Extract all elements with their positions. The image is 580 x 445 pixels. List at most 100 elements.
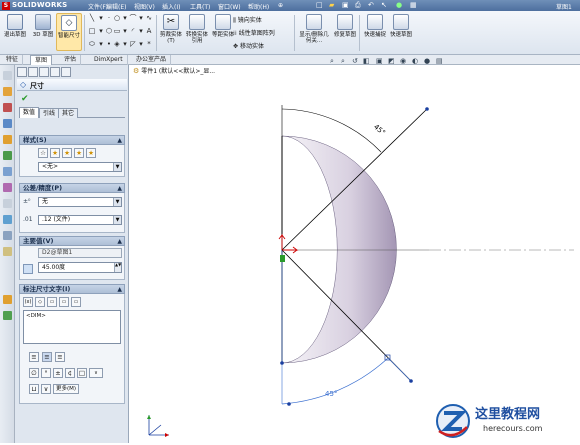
line-icon[interactable]: ╲	[88, 14, 96, 22]
ok-check-icon[interactable]: ✔	[21, 94, 29, 104]
tab-features[interactable]: 特征	[2, 55, 24, 65]
style-select[interactable]: <无> ▼	[38, 162, 122, 172]
slot-icon[interactable]: ▭	[113, 27, 121, 35]
precision-select[interactable]: .12 (文件) ▼	[38, 215, 122, 225]
fillet-icon[interactable]: ◜	[129, 27, 137, 35]
print-icon[interactable]: ⎙	[355, 1, 361, 10]
dimension-text-bottom[interactable]: 45°	[325, 390, 337, 398]
dimension-value-field[interactable]: 45.00度 ▲▼	[38, 262, 122, 273]
display-style-icon[interactable]: ◩	[388, 57, 395, 65]
plus-minus-icon[interactable]: ±	[53, 368, 63, 378]
arc-icon[interactable]: ⌒	[129, 14, 137, 22]
feature-tree-flyout[interactable]: ⚙ 零件1 (默认<<默认>_显...	[133, 66, 215, 75]
tab-other[interactable]: 其它	[58, 108, 79, 118]
endpoint[interactable]	[425, 107, 429, 111]
edit-appearance-icon[interactable]: ◐	[412, 57, 418, 65]
dropdown-icon[interactable]: ▾	[97, 14, 105, 22]
tab-evaluate[interactable]: 评估	[60, 55, 82, 65]
linear-pattern-button[interactable]: ⁞⁞ 线性草图阵列	[233, 28, 275, 37]
view-palette-icon[interactable]	[3, 215, 12, 224]
folder-icon[interactable]	[3, 135, 12, 144]
centerline-symbol-icon[interactable]: ¢	[65, 368, 75, 378]
3d-sketch-button[interactable]: 3D 草图	[30, 13, 56, 51]
favorite-icon[interactable]: ☆	[38, 148, 48, 158]
sketch-tool-icon[interactable]	[3, 119, 12, 128]
relation-icon[interactable]	[3, 151, 12, 160]
feature-manager-icon[interactable]	[3, 71, 12, 80]
rectangle-icon[interactable]: □	[88, 27, 96, 35]
plane-icon[interactable]: ◈	[113, 40, 121, 48]
appearance-icon[interactable]	[3, 183, 12, 192]
dim-text-section-header[interactable]: 标注尺寸文字(I) ▲	[19, 284, 125, 294]
polygon-icon[interactable]: ⬡	[105, 27, 113, 35]
delete-style-icon[interactable]: ★	[74, 148, 84, 158]
feature-tree-tab-icon[interactable]	[17, 67, 27, 77]
star-icon[interactable]: *	[145, 40, 153, 48]
rebuild-icon[interactable]: ●	[396, 1, 402, 9]
undo-icon[interactable]: ↶	[368, 1, 374, 9]
tab-value[interactable]: 数值	[19, 107, 40, 118]
dropdown-icon[interactable]: ▾	[97, 27, 105, 35]
update-style-icon[interactable]: ★	[62, 148, 72, 158]
circle-icon[interactable]: ○	[113, 14, 121, 22]
style-section-header[interactable]: 样式(S) ▲	[19, 135, 125, 145]
previous-view-icon[interactable]: ↺	[352, 57, 358, 65]
dropdown-icon[interactable]: ▾	[121, 14, 129, 22]
smart-dimension-button[interactable]: ◇ 智能尺寸	[56, 13, 82, 51]
degree-icon[interactable]: °	[41, 368, 51, 378]
offset-text-icon[interactable]: ▭	[47, 297, 57, 307]
configuration-tab-icon[interactable]	[39, 67, 49, 77]
new-doc-icon[interactable]: □	[316, 1, 323, 9]
more-button[interactable]: 更多(M)	[53, 384, 79, 394]
view-orientation-icon[interactable]: ▣	[376, 57, 383, 65]
quick-snaps-button[interactable]: 快速捕捉	[362, 13, 388, 51]
square-icon[interactable]: □	[77, 368, 87, 378]
align-center-icon[interactable]: ≡	[42, 352, 52, 362]
dropdown-icon[interactable]: ▾	[121, 40, 129, 48]
dropdown-icon[interactable]: ▾	[137, 40, 145, 48]
menu-window[interactable]: 窗口(W)	[218, 2, 241, 11]
text-icon[interactable]: A	[145, 27, 153, 35]
tolerance-section-header[interactable]: 公差/精度(P) ▲	[19, 183, 125, 193]
dimension-name-field[interactable]: D2@草图1	[38, 248, 122, 258]
save-icon[interactable]: ▣	[342, 1, 349, 9]
dropdown-icon[interactable]: ▾	[121, 27, 129, 35]
countersink-icon[interactable]: ∨	[41, 384, 51, 394]
tolerance-type-select[interactable]: 无 ▼	[38, 197, 122, 207]
align-right-icon[interactable]: ≡	[55, 352, 65, 362]
tab-office-products[interactable]: 办公室产品	[132, 55, 172, 65]
check-tool-icon[interactable]	[3, 311, 12, 320]
menu-edit[interactable]: 编辑(E)	[106, 2, 126, 11]
dropdown-icon[interactable]: ▾	[97, 40, 105, 48]
dim-text-box[interactable]: <DIM>	[23, 310, 121, 344]
dropdown-icon[interactable]: ▾	[137, 14, 145, 22]
counterbore-icon[interactable]: ⊔	[29, 384, 39, 394]
property-tab-icon[interactable]	[28, 67, 38, 77]
convert-entities-button[interactable]: 转换实体引用	[184, 13, 210, 51]
menu-view[interactable]: 视图(V)	[134, 2, 155, 11]
mirror-entities-button[interactable]: ⫼ 镜向实体	[233, 15, 262, 25]
display-tab-icon[interactable]	[61, 67, 71, 77]
spin-arrows-icon[interactable]: ▲▼	[114, 263, 121, 272]
sketch-canvas[interactable]: 45° 45°	[129, 65, 580, 443]
inspection-icon[interactable]: ▭	[59, 297, 69, 307]
scene-icon[interactable]: ●	[424, 57, 430, 65]
tab-leaders[interactable]: 引线	[39, 108, 60, 118]
select-icon[interactable]: ↖	[381, 1, 387, 9]
palette-icon[interactable]	[3, 199, 12, 208]
ellipse-icon[interactable]: ⬭	[88, 40, 96, 48]
hammer-icon[interactable]	[3, 87, 12, 96]
reset-icon[interactable]: ▭	[71, 297, 81, 307]
centerline-icon[interactable]: ·	[105, 14, 113, 22]
center-dimension-icon[interactable]: ◇	[35, 297, 45, 307]
view-settings-icon[interactable]: ▤	[436, 57, 443, 65]
point-icon[interactable]: •	[105, 40, 113, 48]
open-folder-icon[interactable]: ▰	[329, 1, 334, 9]
tab-dimxpert[interactable]: DimXpert	[90, 55, 128, 65]
dropdown-icon[interactable]: ▾	[137, 27, 145, 35]
custom-props-icon[interactable]	[3, 247, 12, 256]
save-style-icon[interactable]: ★	[86, 148, 96, 158]
tab-sketch[interactable]: 草图	[30, 55, 53, 65]
dimxpert-tab-icon[interactable]	[50, 67, 60, 77]
dimension-text-top[interactable]: 45°	[372, 123, 387, 137]
